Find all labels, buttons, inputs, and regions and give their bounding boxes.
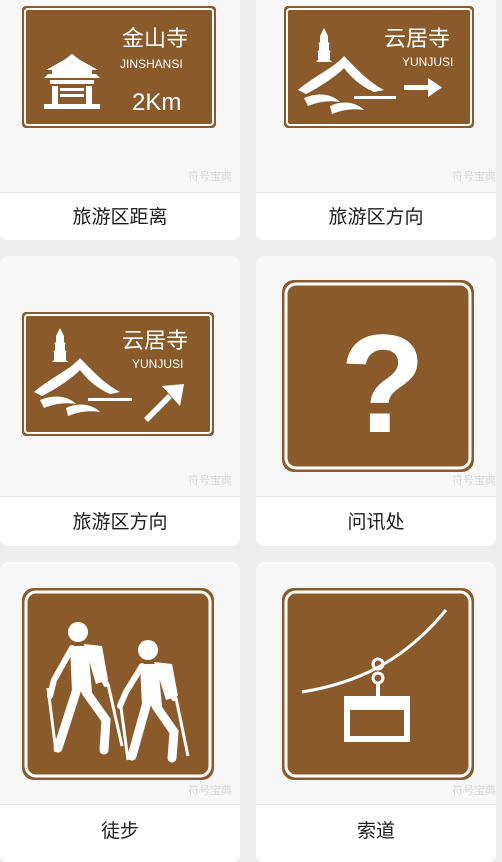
watermark: 符号宝典 <box>188 474 232 487</box>
watermark: 符号宝典 <box>452 474 496 487</box>
sign-card-tourist-direction-up-right[interactable]: 云居寺 YUNJUSI 符号宝典 旅游区方向 <box>0 256 240 546</box>
card-image-area: 金山寺 JINSHANSI 2Km 符号宝典 <box>0 0 240 192</box>
card-caption: 旅游区距离 <box>0 192 240 240</box>
card-caption: 徒步 <box>0 804 240 857</box>
card-image-area: 符号宝典 <box>256 562 496 804</box>
sign-name-cn: 云居寺 <box>122 329 188 354</box>
cable-car-sign <box>282 588 474 780</box>
sign-name-cn: 云居寺 <box>384 27 450 52</box>
sign-card-hiking[interactable]: 符号宝典 徒步 <box>0 562 240 862</box>
card-caption: 旅游区方向 <box>256 192 496 240</box>
card-image-area: 符号宝典 <box>0 562 240 804</box>
sign-card-cable-car[interactable]: 符号宝典 索道 <box>256 562 496 862</box>
card-image-area: 云居寺 YUNJUSI 符号宝典 <box>256 0 496 192</box>
sign-card-information[interactable]: ? 符号宝典 问讯处 <box>256 256 496 546</box>
sign-card-tourist-distance[interactable]: 金山寺 JINSHANSI 2Km 符号宝典 旅游区距离 <box>0 0 240 240</box>
card-image-area: 云居寺 YUNJUSI 符号宝典 <box>0 256 240 496</box>
card-image-area: ? 符号宝典 <box>256 256 496 496</box>
sign-name-en: YUNJUSI <box>132 357 183 371</box>
card-caption: 旅游区方向 <box>0 496 240 546</box>
sign-name-en: YUNJUSI <box>402 55 453 69</box>
hiking-sign <box>22 588 214 780</box>
sign-card-tourist-direction-right[interactable]: 云居寺 YUNJUSI 符号宝典 旅游区方向 <box>256 0 496 240</box>
question-mark-icon: ? <box>340 305 426 462</box>
tourist-direction-sign: 云居寺 YUNJUSI <box>22 312 214 436</box>
watermark: 符号宝典 <box>452 170 496 183</box>
watermark: 符号宝典 <box>188 784 232 797</box>
sign-distance: 2Km <box>132 89 181 116</box>
tourist-direction-sign: 云居寺 YUNJUSI <box>284 6 474 128</box>
card-caption: 索道 <box>256 804 496 857</box>
watermark: 符号宝典 <box>452 784 496 797</box>
information-sign: ? <box>282 280 474 472</box>
sign-name-cn: 金山寺 <box>122 27 188 52</box>
tourist-distance-sign: 金山寺 JINSHANSI 2Km <box>22 6 216 128</box>
sign-name-en: JINSHANSI <box>120 57 183 71</box>
watermark: 符号宝典 <box>188 170 232 183</box>
card-caption: 问讯处 <box>256 496 496 546</box>
